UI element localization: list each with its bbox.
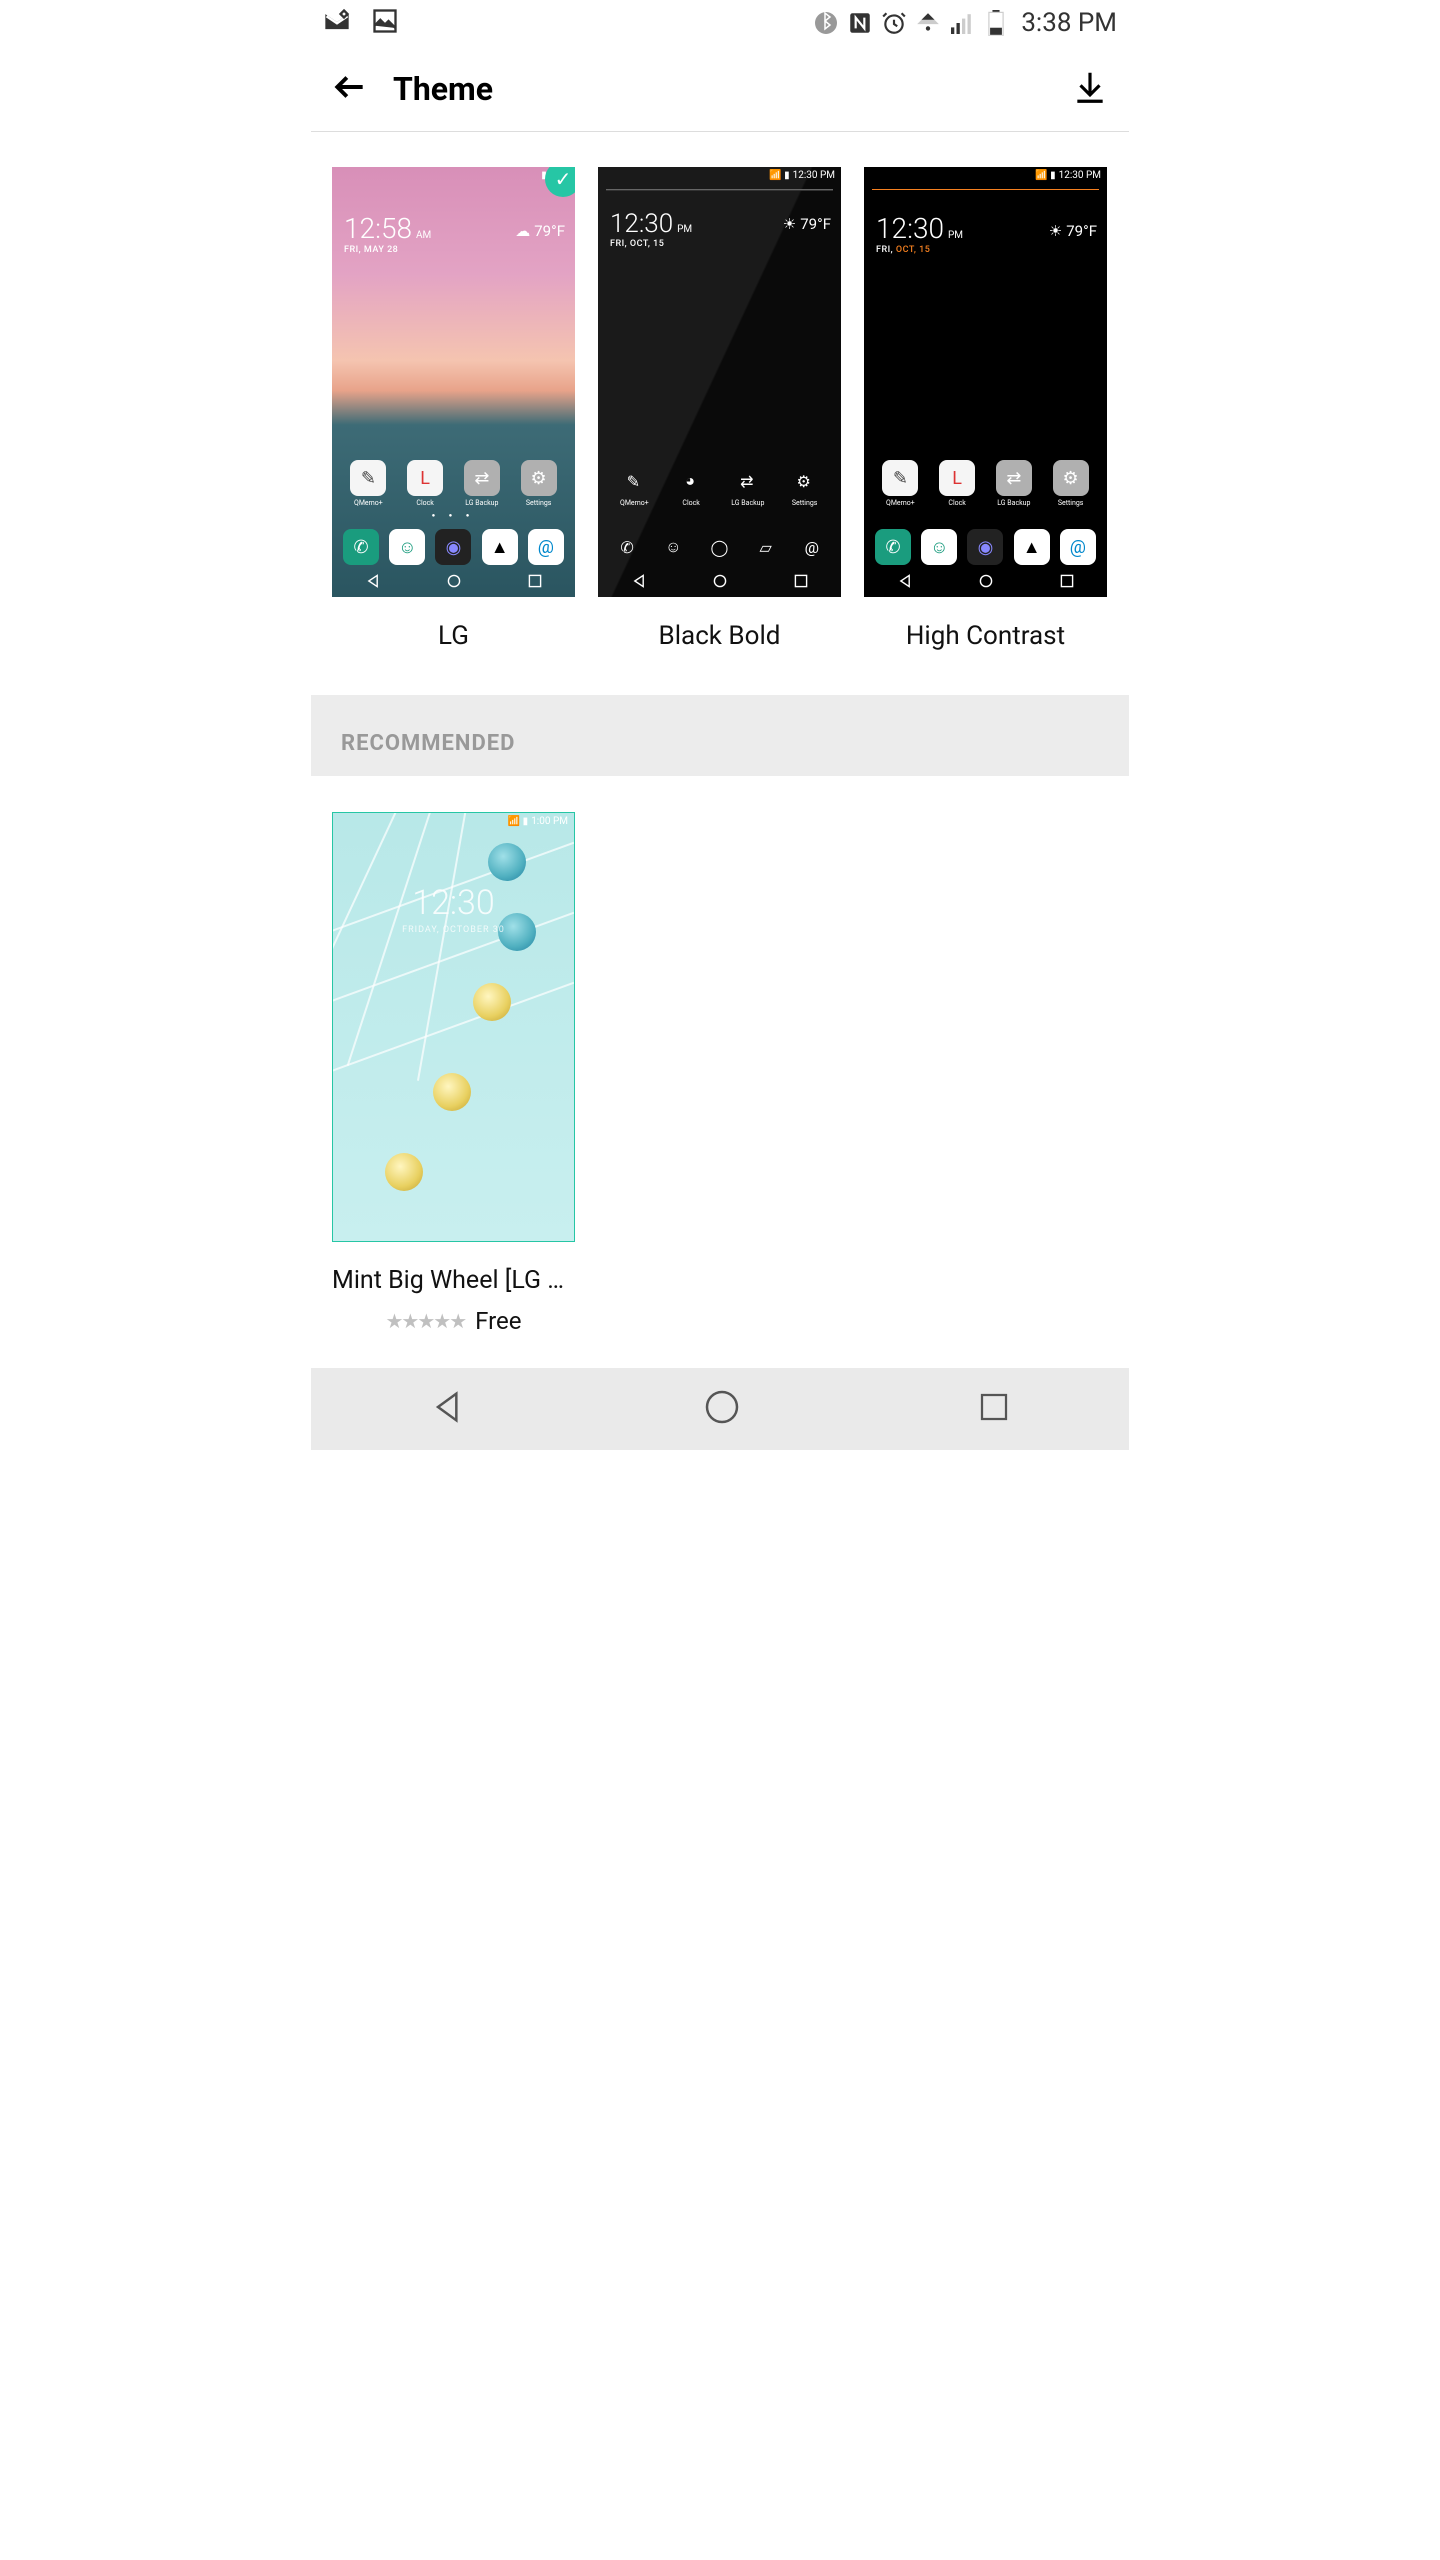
section-header-recommended: RECOMMENDED [311,695,1129,776]
preview-date: FRIDAY, OCTOBER 30 [333,925,574,935]
battery-icon [983,10,1009,36]
theme-label: Black Bold [598,621,841,651]
recommended-meta: ★★★★★ Free [332,1307,575,1335]
preview-statusbar: 📶 ▮ 12:30 PM [769,170,835,181]
preview-icons: ✎QMemo+ LClock ⇄LG Backup ⚙Settings [332,460,575,507]
status-bar: 3:38 PM [311,0,1129,46]
bluetooth-icon [813,10,839,36]
preview-navbar [864,569,1107,593]
alarm-icon [881,10,907,36]
nav-recent-button[interactable] [976,1389,1012,1429]
section-title: RECOMMENDED [341,731,1099,756]
back-button[interactable] [331,68,369,110]
nav-back-button[interactable] [428,1387,468,1431]
preview-dock: ✆ ☺ ◯ ▱ @ [598,529,841,565]
rating-stars: ★★★★★ [386,1309,466,1333]
theme-label: LG [332,621,575,651]
page-title: Theme [393,70,493,108]
selected-check-icon: ✓ [545,167,575,197]
theme-label: High Contrast [864,621,1107,651]
status-time: 3:38 PM [1021,8,1117,38]
preview-weather: ☀ 79°F [783,215,831,233]
preview-clock: 12:30 PM FRI, OCT, 15 [876,212,963,255]
app-bar: Theme [311,46,1129,132]
recommended-card-mint[interactable]: 📶 ▮ 1:00 PM 12:30 FRIDAY, OCTOBER 30 Min… [332,812,575,1335]
nfc-icon [847,10,873,36]
preview-navbar [598,569,841,593]
preview-statusbar: 📶 ▮ 12:30 PM [1035,170,1101,181]
preview-clock: 12:58 AM FRI, MAY 28 [344,212,431,255]
theme-card-black-bold[interactable]: 📶 ▮ 12:30 PM 12:30 PM FRI, OCT, 15 ☀ 79°… [598,167,841,651]
signal-icon [949,10,975,36]
preview-dock: ✆ ☺ ◉ ▲ @ [332,529,575,565]
preview-dock: ✆ ☺ ◉ ▲ @ [864,529,1107,565]
recommended-preview: 📶 ▮ 1:00 PM 12:30 FRIDAY, OCTOBER 30 [332,812,575,1242]
theme-preview: 📶 ▮ 12:30 PM 12:30 PM FRI, OCT, 15 ☀ 79°… [598,167,841,597]
preview-navbar [332,569,575,593]
recommended-label: Mint Big Wheel [LG H... [332,1266,575,1295]
preview-weather: ☀ 79°F [1049,222,1097,240]
mail-icon [323,7,351,39]
theme-card-high-contrast[interactable]: 📶 ▮ 12:30 PM 12:30 PM FRI, OCT, 15 ☀ 79°… [864,167,1107,651]
theme-preview: 📶 ▮ 12:30 PM 12:30 PM FRI, OCT, 15 ☀ 79°… [864,167,1107,597]
download-button[interactable] [1071,68,1109,110]
price-label: Free [475,1307,521,1335]
preview-icons: ✎QMemo+ LClock ⇄LG Backup ⚙Settings [864,460,1107,507]
nav-home-button[interactable] [702,1387,742,1431]
preview-icons: ✎QMemo+ ◕Clock ⇄LG Backup ⚙Settings [598,463,841,507]
gallery-icon [371,7,399,39]
preview-statusbar: 📶 ▮ 1:00 PM [508,816,568,827]
system-nav-bar [311,1368,1129,1450]
recommended-row: 📶 ▮ 1:00 PM 12:30 FRIDAY, OCTOBER 30 Min… [311,776,1129,1335]
theme-card-lg[interactable]: ✓ ▮ 12:5 12:58 AM FRI, MAY 28 ☁ 79°F ✎QM… [332,167,575,651]
status-right: 3:38 PM [813,8,1117,38]
preview-clock: 12:30 [333,883,574,923]
preview-weather: ☁ 79°F [515,222,565,240]
status-left [323,7,399,39]
theme-preview: ✓ ▮ 12:5 12:58 AM FRI, MAY 28 ☁ 79°F ✎QM… [332,167,575,597]
wifi-icon [915,10,941,36]
themes-row: ✓ ▮ 12:5 12:58 AM FRI, MAY 28 ☁ 79°F ✎QM… [311,132,1129,651]
preview-clock: 12:30 PM FRI, OCT, 15 [610,209,692,249]
